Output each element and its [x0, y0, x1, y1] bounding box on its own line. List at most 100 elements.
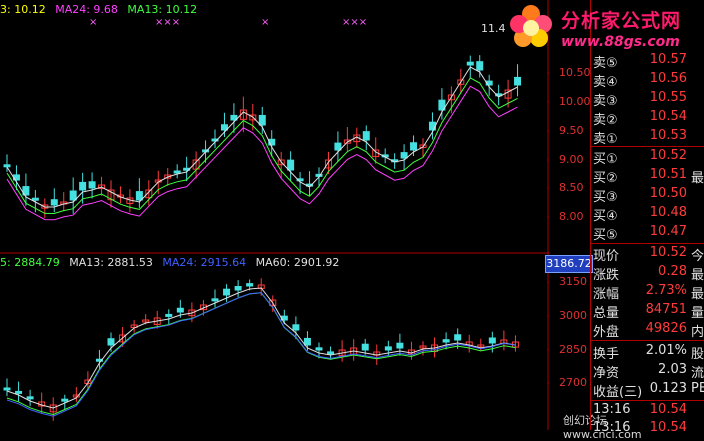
order-row[interactable]: 卖④ 10.56 — [591, 71, 704, 90]
candle-body — [292, 324, 300, 331]
flower-icon — [510, 5, 552, 47]
tick-time: 13:16 — [593, 420, 631, 435]
stat-label: 涨跌 — [593, 268, 620, 283]
kline-chart[interactable] — [0, 0, 549, 430]
stat-row: 净资 2.03 流 — [591, 362, 704, 381]
order-price: 10.51 — [649, 167, 687, 182]
current-index-box: 3186.72 — [545, 255, 593, 273]
truncated-text: 股 — [691, 347, 704, 362]
candle-body — [476, 61, 484, 71]
indicator-value: MA24: 2915.64 — [162, 256, 247, 269]
order-row[interactable]: 卖② 10.54 — [591, 109, 704, 128]
stat-value: 84751 — [645, 302, 687, 317]
quote-panel: 卖⑤ 10.57 卖④ 10.56 卖③ 10.55 卖② 10.54 卖① 1… — [590, 0, 704, 435]
order-label: 卖④ — [593, 75, 618, 90]
signal-mark: × — [89, 17, 98, 28]
candle-body — [3, 387, 11, 391]
indicator-value: MA60: 2901.92 — [255, 256, 340, 269]
stat-value: 2.73% — [645, 283, 687, 298]
stat-row: 涨跌 0.28 最 — [591, 264, 704, 283]
tick-row: 13:16 10.54 — [591, 402, 704, 420]
stat-row: 现价 10.52 今 — [591, 245, 704, 264]
order-price: 10.50 — [649, 186, 687, 201]
stat-label: 现价 — [593, 249, 620, 264]
candle-body — [488, 337, 496, 344]
candle-body — [400, 152, 408, 159]
logo-url: www.88gs.com — [561, 34, 680, 50]
candle-body — [396, 342, 404, 349]
price-tick: 9.00 — [559, 153, 584, 166]
order-price: 10.55 — [649, 90, 687, 105]
order-row[interactable]: 买③ 10.50 — [591, 186, 704, 205]
order-row[interactable]: 买⑤ 10.47 — [591, 224, 704, 243]
order-price: 10.48 — [649, 205, 687, 220]
candle-body — [454, 334, 462, 341]
divider — [591, 340, 704, 341]
price-tick: 10.50 — [559, 66, 591, 79]
order-price: 10.47 — [649, 224, 687, 239]
price-tick: 8.00 — [559, 210, 584, 223]
order-label: 买⑤ — [593, 228, 618, 243]
order-row[interactable]: 买② 10.51 最 — [591, 167, 704, 186]
order-row[interactable]: 买④ 10.48 — [591, 205, 704, 224]
index-tick: 3150 — [559, 275, 587, 288]
candle-body — [287, 159, 295, 171]
stat-label: 外盘 — [593, 325, 620, 340]
index-indicator-header: 5: 2884.79 MA13: 2881.53 MA24: 2915.64 M… — [0, 256, 345, 270]
order-label: 买② — [593, 171, 618, 186]
right-axis: 10.50 10.00 9.50 9.00 8.50 8.00 3150 300… — [549, 0, 596, 430]
stat-row: 涨幅 2.73% 最 — [591, 283, 704, 302]
candle-body — [176, 307, 184, 313]
candle-body — [31, 197, 39, 201]
order-price: 10.56 — [649, 71, 687, 86]
candle-body — [135, 191, 143, 201]
stat-label: 换手 — [593, 347, 620, 362]
order-label: 买③ — [593, 190, 618, 205]
signal-mark: × — [261, 17, 270, 28]
truncated-text: PE — [691, 381, 704, 396]
truncated-text: 量 — [691, 306, 704, 321]
stat-value: 0.28 — [658, 264, 687, 279]
candle-body — [466, 61, 474, 66]
stat-row: 收益(三) 0.123 PE — [591, 381, 704, 400]
candle-body — [442, 339, 450, 343]
candle-body — [246, 283, 254, 287]
index-tick: 3000 — [559, 309, 587, 322]
candle-body — [410, 142, 418, 151]
price-tick: 8.50 — [559, 181, 584, 194]
indicator-value: MA13: 2881.53 — [69, 256, 153, 269]
order-row[interactable]: 买① 10.52 — [591, 148, 704, 167]
order-label: 买① — [593, 152, 618, 167]
site-logo: 分析家公式网 www.88gs.com — [503, 0, 704, 56]
signal-mark: ××× — [155, 17, 181, 28]
stat-row: 外盘 49826 内 — [591, 321, 704, 340]
order-price: 10.52 — [649, 148, 687, 163]
order-row[interactable]: 卖① 10.53 — [591, 128, 704, 147]
peak-price-label: 11.4 — [481, 22, 506, 35]
divider — [591, 146, 704, 147]
indicator-value: MA24: 9.68 — [55, 3, 118, 16]
signal-mark: ××× — [342, 17, 368, 28]
candle-body — [315, 347, 323, 351]
ma-line — [6, 77, 518, 215]
tick-time: 13:16 — [593, 402, 631, 417]
order-row[interactable]: 卖③ 10.55 — [591, 90, 704, 109]
truncated-text: 今 — [691, 249, 704, 264]
indicator-value: 5: 2884.79 — [0, 256, 60, 269]
candle-body — [327, 351, 335, 355]
candle-body — [26, 396, 34, 400]
stat-label: 收益(三) — [593, 385, 643, 400]
stat-value: 2.01% — [645, 343, 687, 358]
order-label: 买④ — [593, 209, 618, 224]
order-label: 卖② — [593, 113, 618, 128]
truncated-text: 最 — [691, 268, 704, 283]
stat-value: 0.123 — [649, 381, 687, 396]
candle-body — [88, 181, 96, 189]
chart-area[interactable]: 3: 10.12 MA24: 9.68 MA13: 10.12 × ××× × … — [0, 0, 642, 441]
order-label: 卖③ — [593, 94, 618, 109]
stat-value: 10.52 — [649, 245, 687, 260]
stat-value: 49826 — [645, 321, 687, 336]
candle-body — [428, 121, 436, 131]
candle-body — [514, 76, 522, 86]
candle-body — [303, 337, 311, 346]
